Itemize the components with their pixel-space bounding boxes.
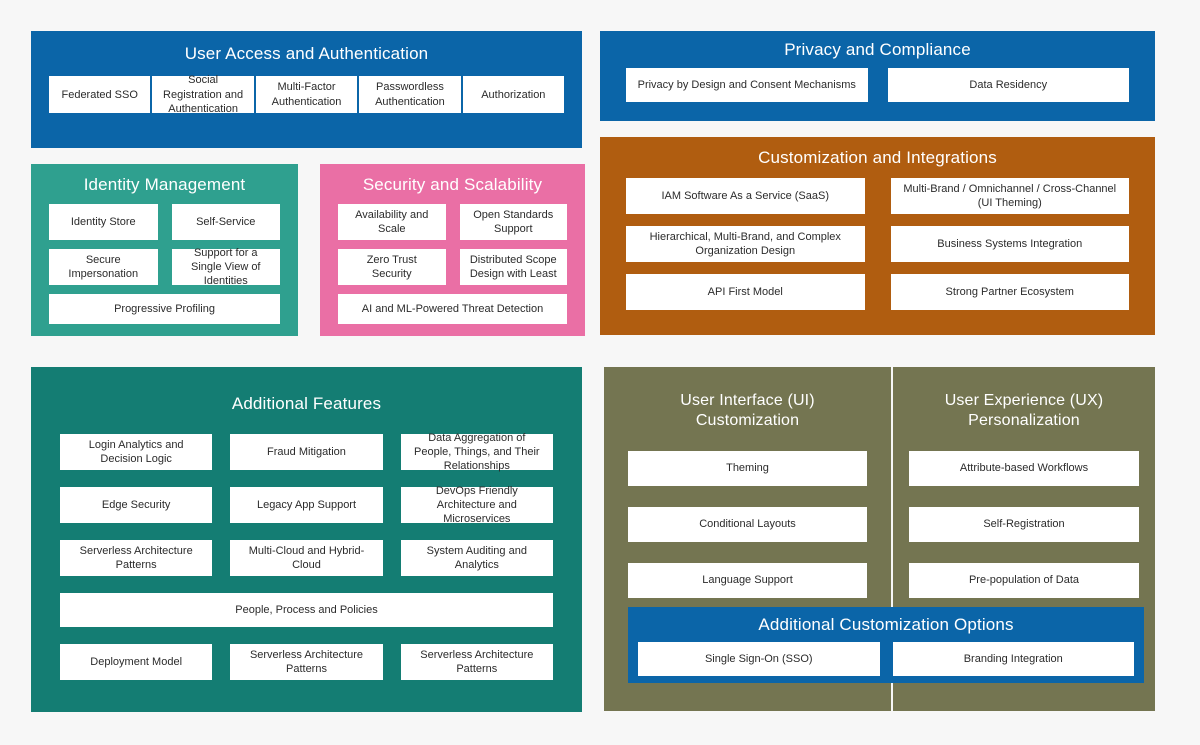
tile-legacy-app-support[interactable]: Legacy App Support (230, 487, 383, 524)
tile-language-support[interactable]: Language Support (628, 563, 867, 598)
tile-privacy-by-design-and-consent-mechanisms[interactable]: Privacy by Design and Consent Mechanisms (626, 68, 868, 103)
tile-pre-population-of-data[interactable]: Pre-population of Data (909, 563, 1139, 598)
tile-authorization[interactable]: Authorization (462, 76, 565, 114)
panel-title-user-access: User Access and Authentication (184, 44, 429, 63)
tile-single-sign-on-sso[interactable]: Single Sign-On (SSO) (638, 642, 880, 677)
tile-theming[interactable]: Theming (628, 451, 867, 486)
tile-devops-friendly-architecture-and-microservices[interactable]: DevOps Friendly Architecture and Microse… (400, 485, 553, 525)
tile-deployment-model[interactable]: Deployment Model (60, 644, 213, 681)
tile-row: People, Process and Policies (60, 593, 553, 628)
tile-serverless-architecture-patterns-3[interactable]: Serverless Architecture Patterns (400, 644, 553, 681)
tile-passwordless-authentication[interactable]: Passwordless Authentication (359, 76, 461, 114)
tile-row: Attribute-based Workflows (909, 451, 1139, 486)
tile-row: API First Model Strong Partner Ecosystem (626, 274, 1129, 311)
tile-branding-integration[interactable]: Branding Integration (892, 642, 1134, 677)
tile-row: Hierarchical, Multi-Brand, and Complex O… (626, 226, 1129, 263)
tile-self-service[interactable]: Self-Service (171, 204, 280, 241)
panel-title-security-and-scalability: Security and Scalability (362, 175, 543, 194)
tile-serverless-architecture-patterns-1[interactable]: Serverless Architecture Patterns (60, 540, 213, 577)
tile-row: Login Analytics and Decision Logic Fraud… (60, 432, 553, 472)
tile-fraud-mitigation[interactable]: Fraud Mitigation (230, 434, 383, 471)
tile-support-for-a-single-view-of-identities[interactable]: Support for a Single View of Identities (171, 247, 280, 287)
tile-availability-and-scale[interactable]: Availability and Scale (338, 204, 446, 241)
tile-row: Progressive Profiling (49, 294, 280, 325)
tile-row: Language Support (628, 563, 867, 598)
tile-multi-factor-authentication[interactable]: Multi-Factor Authentication (255, 76, 358, 114)
tile-row: Conditional Layouts (628, 507, 867, 542)
tile-grid-additional-features: Login Analytics and Decision Logic Fraud… (60, 432, 553, 681)
tile-row: Secure Impersonation Support for a Singl… (49, 247, 280, 287)
tile-row: IAM Software As a Service (SaaS) Multi-B… (626, 178, 1129, 215)
tile-row: Single Sign-On (SSO) Branding Integratio… (638, 642, 1134, 677)
panel-user-access-and-authentication: User Access and Authentication Federated… (31, 31, 582, 148)
tile-grid-additional-customization-options: Single Sign-On (SSO) Branding Integratio… (638, 642, 1134, 677)
panel-privacy-and-compliance: Privacy and Compliance Privacy by Design… (600, 31, 1155, 121)
panel-title-ux-personalization: User Experience (UX) Personalization (944, 392, 1104, 429)
tile-strong-partner-ecosystem[interactable]: Strong Partner Ecosystem (890, 274, 1129, 311)
tile-grid-customization-and-integrations: IAM Software As a Service (SaaS) Multi-B… (626, 178, 1129, 311)
tile-people-process-and-policies[interactable]: People, Process and Policies (60, 593, 553, 628)
tile-zero-trust-security[interactable]: Zero Trust Security (338, 249, 446, 286)
tile-grid-security-and-scalability: Availability and Scale Open Standards Su… (338, 204, 567, 325)
tile-social-registration-and-authentication[interactable]: Social Registration and Authentication (152, 74, 254, 115)
tile-open-standards-support[interactable]: Open Standards Support (459, 204, 567, 241)
tile-row: Pre-population of Data (909, 563, 1139, 598)
tile-ai-and-ml-powered-threat-detection[interactable]: AI and ML-Powered Threat Detection (338, 294, 567, 325)
tile-edge-security[interactable]: Edge Security (60, 487, 213, 524)
tile-grid-privacy-and-compliance: Privacy by Design and Consent Mechanisms… (626, 68, 1129, 103)
tile-distributed-scope-design-with-least[interactable]: Distributed Scope Design with Least (459, 249, 567, 286)
tile-grid-ux-personalization: Attribute-based Workflows Self-Registrat… (909, 451, 1139, 598)
panel-title-additional-features: Additional Features (231, 394, 382, 413)
tile-row: Self-Registration (909, 507, 1139, 542)
tile-grid-identity-management: Identity Store Self-Service Secure Imper… (49, 204, 280, 325)
tile-multi-cloud-and-hybrid-cloud[interactable]: Multi-Cloud and Hybrid-Cloud (230, 540, 383, 577)
tile-multi-brand-omnichannel-cross-channel-ui-theming[interactable]: Multi-Brand / Omnichannel / Cross-Channe… (890, 178, 1129, 215)
tile-row: Privacy by Design and Consent Mechanisms… (626, 68, 1129, 103)
tile-conditional-layouts[interactable]: Conditional Layouts (628, 507, 867, 542)
tile-row: Federated SSO Social Registration and Au… (49, 74, 565, 115)
panel-customization-and-integrations: Customization and Integrations IAM Softw… (600, 137, 1155, 335)
tile-attribute-based-workflows[interactable]: Attribute-based Workflows (909, 451, 1139, 486)
tile-secure-impersonation[interactable]: Secure Impersonation (49, 249, 158, 286)
tile-progressive-profiling[interactable]: Progressive Profiling (49, 294, 280, 325)
tile-data-aggregation-of-people-things-and-their-relationships[interactable]: Data Aggregation of People, Things, and … (400, 432, 553, 472)
tile-row: Deployment Model Serverless Architecture… (60, 644, 553, 681)
tile-grid-user-access: Federated SSO Social Registration and Au… (49, 74, 565, 115)
tile-business-systems-integration[interactable]: Business Systems Integration (890, 226, 1129, 263)
tile-row: Serverless Architecture Patterns Multi-C… (60, 540, 553, 577)
tile-grid-ui-customization: Theming Conditional Layouts Language Sup… (628, 451, 867, 598)
tile-hierarchical-multi-brand-and-complex-organization-design[interactable]: Hierarchical, Multi-Brand, and Complex O… (626, 226, 865, 263)
tile-system-auditing-and-analytics[interactable]: System Auditing and Analytics (400, 540, 553, 577)
panel-title-customization-and-integrations: Customization and Integrations (758, 148, 997, 167)
tile-self-registration[interactable]: Self-Registration (909, 507, 1139, 542)
diagram-canvas: User Access and Authentication Federated… (0, 0, 1200, 745)
panel-title-additional-customization-options: Additional Customization Options (758, 615, 1014, 634)
tile-row: Zero Trust Security Distributed Scope De… (338, 249, 567, 286)
tile-identity-store[interactable]: Identity Store (49, 204, 158, 241)
panel-title-identity-management: Identity Management (83, 175, 246, 194)
tile-api-first-model[interactable]: API First Model (626, 274, 865, 311)
tile-row: AI and ML-Powered Threat Detection (338, 294, 567, 325)
tile-row: Theming (628, 451, 867, 486)
tile-data-residency[interactable]: Data Residency (887, 68, 1129, 103)
panel-title-ui-customization: User Interface (UI) Customization (680, 392, 815, 429)
panel-identity-management: Identity Management Identity Store Self-… (31, 164, 298, 336)
tile-row: Edge Security Legacy App Support DevOps … (60, 485, 553, 525)
panel-additional-features: Additional Features Login Analytics and … (31, 367, 582, 712)
panel-security-and-scalability: Security and Scalability Availability an… (320, 164, 585, 336)
tile-federated-sso[interactable]: Federated SSO (49, 76, 151, 114)
tile-login-analytics-and-decision-logic[interactable]: Login Analytics and Decision Logic (60, 434, 213, 471)
panel-title-privacy-and-compliance: Privacy and Compliance (784, 40, 971, 59)
panel-additional-customization-options: Additional Customization Options Single … (628, 607, 1144, 683)
tile-iam-software-as-a-service-saas[interactable]: IAM Software As a Service (SaaS) (626, 178, 865, 215)
tile-serverless-architecture-patterns-2[interactable]: Serverless Architecture Patterns (230, 644, 383, 681)
tile-row: Identity Store Self-Service (49, 204, 280, 241)
tile-row: Availability and Scale Open Standards Su… (338, 204, 567, 241)
